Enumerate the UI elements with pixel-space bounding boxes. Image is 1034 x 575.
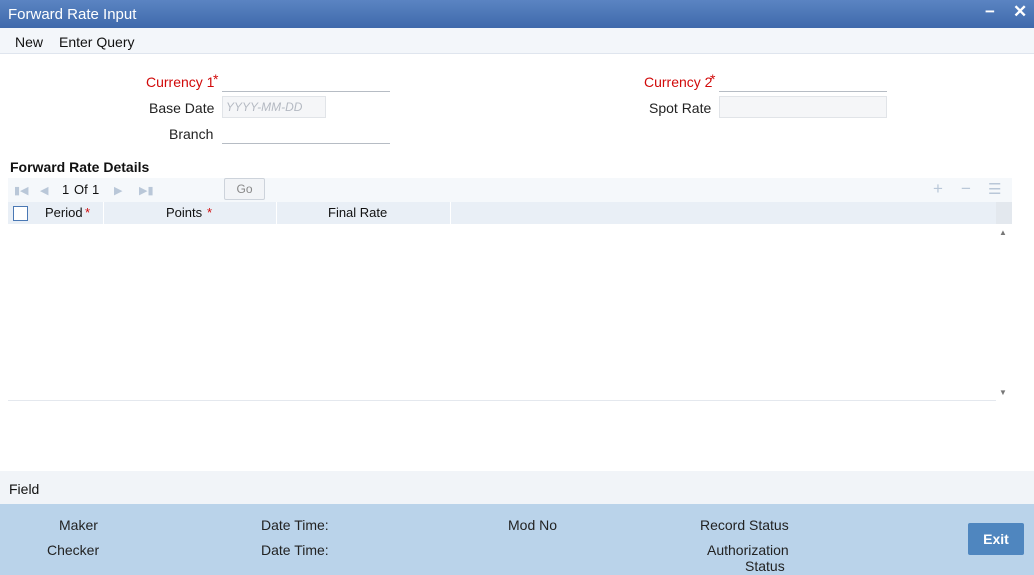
currency2-input[interactable]	[719, 72, 887, 92]
scroll-down-icon[interactable]: ▼	[999, 388, 1007, 397]
record-status-label: Record Status	[700, 517, 789, 533]
column-header-points[interactable]: Points *	[104, 202, 277, 224]
checker-label: Checker	[47, 542, 100, 558]
grid-header: Period * Points * Final Rate	[8, 202, 996, 224]
maker-label: Maker	[59, 517, 98, 533]
forward-rate-details-title: Forward Rate Details	[10, 159, 150, 175]
scroll-up-icon[interactable]: ▲	[999, 228, 1007, 237]
mod-no-label: Mod No	[508, 517, 558, 533]
spot-rate-field[interactable]	[719, 96, 887, 118]
period-header-label: Period	[45, 205, 83, 220]
grid-scrollbar[interactable]: ▲ ▼	[996, 202, 1012, 400]
enter-query-menu-item[interactable]: Enter Query	[59, 34, 134, 50]
currency1-required-marker: *	[213, 71, 219, 87]
previous-page-icon[interactable]: ◀	[40, 184, 48, 197]
currency1-input[interactable]	[222, 72, 390, 92]
pager-current: 1	[62, 182, 70, 197]
currency1-label: Currency 1	[146, 74, 215, 90]
next-page-icon[interactable]: ▶	[114, 184, 122, 197]
column-header-final-rate[interactable]: Final Rate	[277, 202, 451, 224]
points-required-marker: *	[207, 205, 213, 220]
first-page-icon[interactable]: ▮◀	[14, 184, 29, 197]
field-bar: Field	[0, 471, 1034, 504]
scrollbar-thumb[interactable]	[996, 202, 1012, 224]
pager-total: 1	[92, 182, 100, 197]
new-menu-item[interactable]: New	[15, 34, 43, 50]
period-required-marker: *	[85, 205, 91, 220]
pager-of-label: Of	[74, 182, 88, 197]
window-title: Forward Rate Input	[8, 6, 137, 23]
go-button[interactable]: Go	[224, 178, 265, 200]
branch-label: Branch	[169, 126, 214, 142]
currency2-label: Currency 2	[644, 74, 713, 90]
base-date-field[interactable]	[222, 96, 326, 118]
column-header-period[interactable]: Period *	[34, 202, 104, 224]
base-date-label: Base Date	[149, 100, 215, 116]
spot-rate-label: Spot Rate	[649, 100, 712, 116]
single-view-icon[interactable]: ☰	[988, 180, 1001, 198]
audit-footer: Maker Checker Date Time: Date Time: Mod …	[0, 504, 1034, 575]
field-label: Field	[9, 481, 40, 497]
authorization-status-label-line2: Status	[745, 558, 785, 574]
maker-date-time-label: Date Time:	[261, 517, 329, 533]
grid-body	[8, 224, 996, 401]
delete-row-icon[interactable]: −	[961, 179, 971, 199]
close-icon[interactable]: ✕	[1013, 2, 1027, 22]
add-row-icon[interactable]: +	[933, 179, 943, 199]
exit-button[interactable]: Exit	[968, 523, 1024, 555]
checker-date-time-label: Date Time:	[261, 542, 329, 558]
select-all-checkbox[interactable]	[13, 206, 28, 221]
authorization-status-label-line1: Authorization	[707, 542, 789, 558]
grid-toolbar: ▮◀ ◀ 1 Of 1 ▶ ▶▮ Go + − ☰	[8, 178, 1012, 202]
title-bar: Forward Rate Input − ✕	[0, 0, 1034, 28]
minimize-icon[interactable]: −	[985, 2, 995, 22]
points-header-label: Points	[166, 205, 203, 220]
menu-bar: New Enter Query	[0, 28, 1034, 54]
final-rate-header-label: Final Rate	[328, 205, 388, 220]
branch-input[interactable]	[222, 124, 390, 144]
currency2-required-marker: *	[710, 71, 716, 87]
last-page-icon[interactable]: ▶▮	[139, 184, 154, 197]
